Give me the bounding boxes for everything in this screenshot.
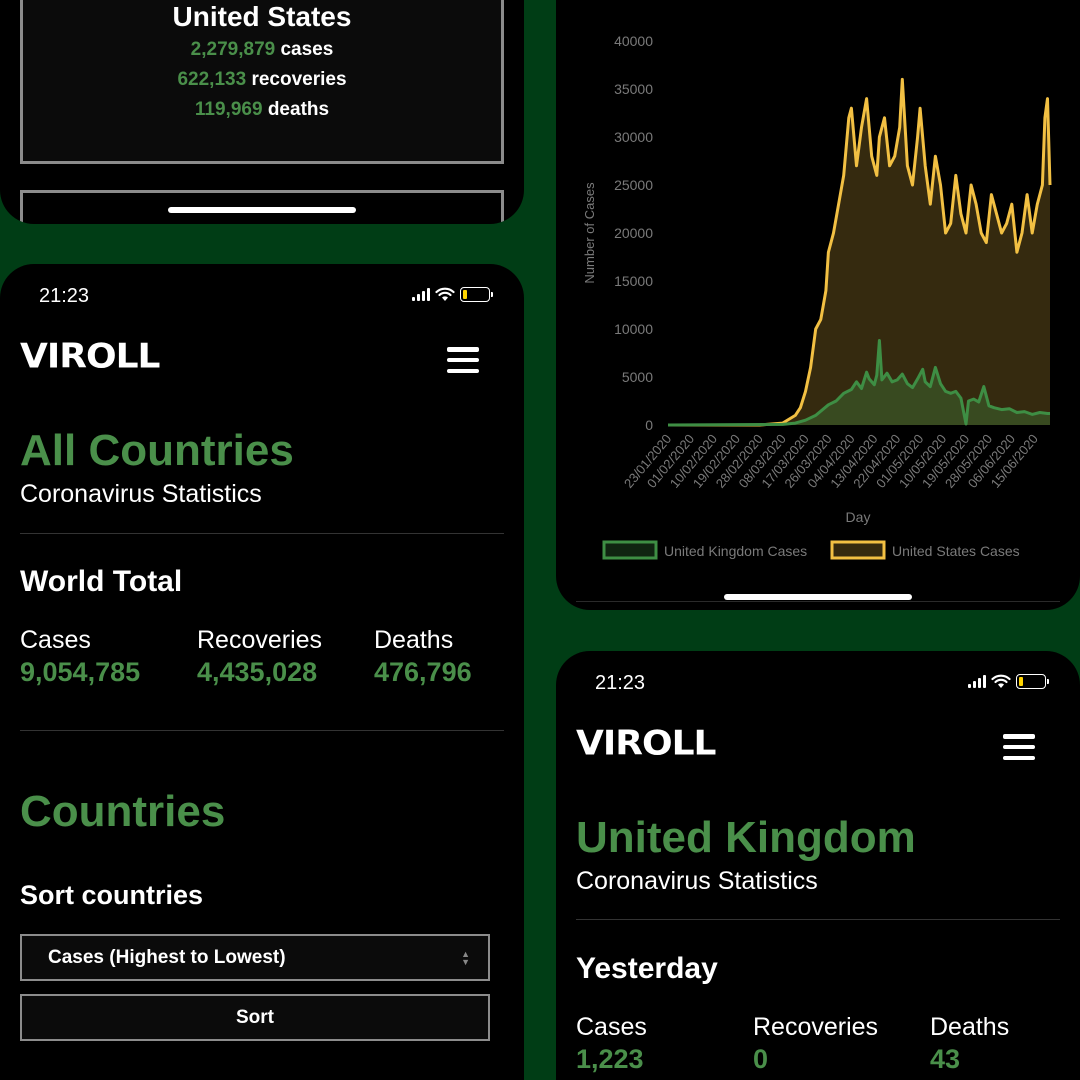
signal-icon xyxy=(968,675,986,688)
y-tick-label: 15000 xyxy=(614,273,653,289)
stat-label: Recoveries xyxy=(197,626,323,654)
status-time: 21:23 xyxy=(39,285,90,307)
stat-value: 4,435,028 xyxy=(197,657,318,687)
x-axis-label: Day xyxy=(846,509,871,525)
stat-value: 9,054,785 xyxy=(20,657,141,687)
recoveries-value: 622,133 xyxy=(177,69,247,90)
divider xyxy=(20,730,504,731)
y-tick-label: 40000 xyxy=(614,33,653,49)
sort-select-value: Cases (Highest to Lowest) xyxy=(48,946,286,968)
status-time: 21:23 xyxy=(595,672,646,694)
home-indicator xyxy=(168,207,356,213)
app-logo[interactable]: VIROLL xyxy=(576,724,716,763)
country-card-recoveries: 622,133 recoveries xyxy=(23,69,501,91)
world-recoveries: Recoveries 4,435,028 xyxy=(197,626,322,688)
status-icons xyxy=(412,287,493,302)
sort-countries-title: Sort countries xyxy=(20,880,204,910)
stat-value: 476,796 xyxy=(374,657,472,687)
y-tick-label: 5000 xyxy=(622,369,653,385)
uk-cases: Cases 1,223 xyxy=(576,1013,647,1075)
hamburger-menu-icon[interactable] xyxy=(447,347,479,373)
deaths-value: 119,969 xyxy=(194,99,263,120)
battery-icon xyxy=(1016,674,1049,689)
page-title: All Countries xyxy=(20,426,294,475)
y-tick-label: 20000 xyxy=(614,225,653,241)
page-title: United Kingdom xyxy=(576,813,916,862)
stat-label: Deaths xyxy=(374,626,454,654)
page-subtitle: Coronavirus Statistics xyxy=(20,480,262,508)
divider xyxy=(576,601,1060,602)
phone-country-list-partial: United States 2,279,879 cases 622,133 re… xyxy=(0,0,524,224)
divider xyxy=(20,533,504,534)
uk-recoveries: Recoveries 0 xyxy=(753,1013,878,1075)
hamburger-menu-icon[interactable] xyxy=(1003,734,1035,760)
world-cases: Cases 9,054,785 xyxy=(20,626,140,688)
divider xyxy=(576,919,1060,920)
select-arrows-icon: ▲ ▼ xyxy=(461,948,470,967)
world-deaths: Deaths 476,796 xyxy=(374,626,472,688)
y-tick-label: 0 xyxy=(645,417,653,433)
cases-label: cases xyxy=(280,39,334,60)
sort-button[interactable]: Sort xyxy=(20,994,490,1041)
cases-area-chart: 0 5000 10000 15000 20000 25000 30000 35000 40000… xyxy=(582,33,1052,560)
stat-label: Recoveries xyxy=(753,1013,879,1041)
app-logo[interactable]: VIROLL xyxy=(20,337,160,376)
phone-all-countries: 21:23 VIROLL All Countries Coronavirus S… xyxy=(0,264,524,1080)
phone-united-kingdom: 21:23 VIROLL United Kingdom Coronavirus … xyxy=(556,651,1080,1080)
wifi-icon xyxy=(991,674,1011,688)
phone-chart: 0 5000 10000 15000 20000 25000 30000 35000 40000… xyxy=(556,0,1080,610)
y-tick-label: 30000 xyxy=(614,129,653,145)
country-card-title: United States xyxy=(172,1,352,32)
home-indicator xyxy=(724,594,912,600)
stat-value: 1,223 xyxy=(576,1044,644,1074)
country-card-cases: 2,279,879 cases xyxy=(23,39,501,61)
y-tick-label: 35000 xyxy=(614,81,653,97)
yesterday-title: Yesterday xyxy=(576,952,718,985)
stat-label: Deaths xyxy=(930,1013,1010,1041)
countries-title: Countries xyxy=(20,787,226,836)
world-total-title: World Total xyxy=(20,565,183,598)
stat-label: Cases xyxy=(20,626,91,654)
deaths-label: deaths xyxy=(267,99,330,120)
country-card-united-states[interactable]: United States 2,279,879 cases 622,133 re… xyxy=(20,0,504,164)
stat-value: 43 xyxy=(930,1044,961,1074)
legend-label: United Kingdom Cases xyxy=(664,543,807,559)
stat-value: 0 xyxy=(753,1044,769,1074)
series-area-us xyxy=(668,79,1050,426)
legend-swatch xyxy=(830,540,886,560)
y-tick-label: 25000 xyxy=(614,177,653,193)
signal-icon xyxy=(412,288,430,301)
country-card-deaths: 119,969 deaths xyxy=(23,99,501,121)
recoveries-label: recoveries xyxy=(251,69,347,90)
page-subtitle: Coronavirus Statistics xyxy=(576,867,818,895)
sort-select[interactable]: Cases (Highest to Lowest) ▲ ▼ xyxy=(20,934,490,981)
cases-value: 2,279,879 xyxy=(190,39,276,60)
uk-deaths: Deaths 43 xyxy=(930,1013,1009,1075)
status-icons xyxy=(968,674,1049,689)
legend-swatch xyxy=(602,540,658,560)
stat-label: Cases xyxy=(576,1013,647,1041)
y-axis-label: Number of Cases xyxy=(582,182,597,284)
wifi-icon xyxy=(435,287,455,301)
y-tick-label: 10000 xyxy=(614,321,653,337)
battery-icon xyxy=(460,287,493,302)
legend-label: United States Cases xyxy=(892,543,1020,559)
